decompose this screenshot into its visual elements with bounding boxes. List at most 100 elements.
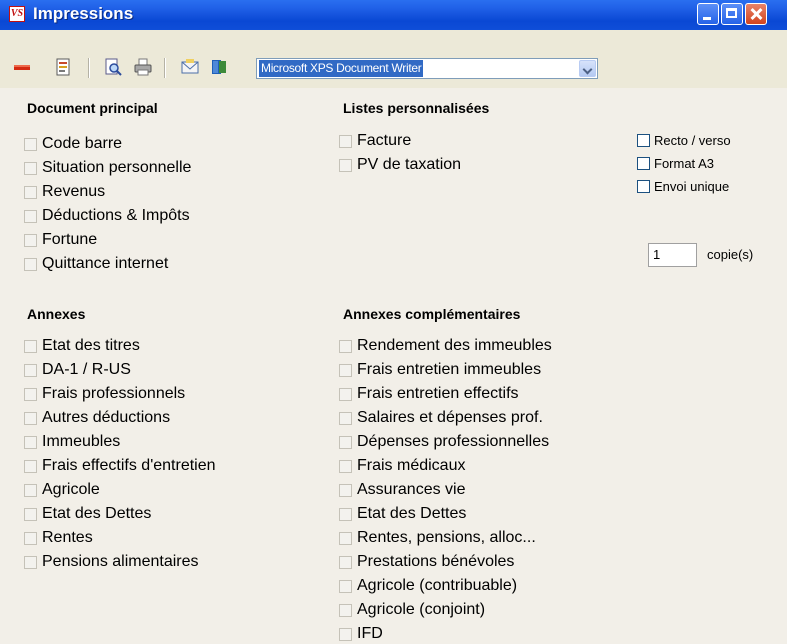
checkbox-etat-des-dettes-compl[interactable]: Etat des Dettes	[339, 502, 552, 526]
window-title: Impressions	[33, 4, 134, 23]
checkbox[interactable]	[24, 209, 37, 223]
checkbox[interactable]	[339, 339, 352, 353]
checkbox[interactable]	[24, 531, 37, 545]
checkbox[interactable]	[339, 483, 352, 497]
checkbox[interactable]	[24, 411, 37, 425]
checkbox[interactable]	[24, 459, 37, 473]
checkbox-label: Frais médicaux	[357, 457, 466, 474]
checkbox-label: Assurances vie	[357, 481, 466, 498]
checkbox[interactable]	[24, 137, 37, 151]
checkbox-deductions-impots[interactable]: Déductions & Impôts	[24, 204, 191, 228]
checkbox[interactable]	[637, 156, 650, 170]
option-format-a3[interactable]: Format A3	[637, 152, 714, 174]
checkbox-label: Revenus	[42, 183, 106, 200]
checkbox[interactable]	[24, 185, 37, 199]
checkbox[interactable]	[24, 387, 37, 401]
checkbox-etat-des-titres[interactable]: Etat des titres	[24, 334, 216, 358]
checkbox-frais-entretien-effectifs[interactable]: Frais entretien effectifs	[339, 382, 552, 406]
checkbox-label: Code barre	[42, 135, 123, 152]
option-label: Recto / verso	[654, 132, 731, 148]
title-bar[interactable]: VS Impressions	[0, 0, 787, 30]
checkbox-rentes-pensions-alloc[interactable]: Rentes, pensions, alloc...	[339, 526, 552, 550]
checkbox-fortune[interactable]: Fortune	[24, 228, 191, 252]
checkbox[interactable]	[339, 435, 352, 449]
checkbox-label: Prestations bénévoles	[357, 553, 515, 570]
checkbox-label: Dépenses professionnelles	[357, 433, 550, 450]
close-button[interactable]	[745, 3, 767, 25]
checkbox-assurances-vie[interactable]: Assurances vie	[339, 478, 552, 502]
checkbox-frais-medicaux[interactable]: Frais médicaux	[339, 454, 552, 478]
option-envoi-unique[interactable]: Envoi unique	[637, 175, 729, 197]
checkbox-code-barre[interactable]: Code barre	[24, 132, 191, 156]
minus-icon[interactable]	[13, 58, 31, 76]
checkbox[interactable]	[24, 507, 37, 521]
envelope-icon[interactable]	[181, 58, 199, 76]
checkbox[interactable]	[339, 363, 352, 377]
checkbox[interactable]	[339, 411, 352, 425]
checkbox-label: Fortune	[42, 231, 98, 248]
checkbox[interactable]	[24, 257, 37, 271]
checkbox-da1-rus[interactable]: DA-1 / R-US	[24, 358, 216, 382]
checkbox[interactable]	[339, 555, 352, 569]
checkbox-agricole-contribuable[interactable]: Agricole (contribuable)	[339, 574, 552, 598]
checkbox-pensions-alimentaires[interactable]: Pensions alimentaires	[24, 550, 216, 574]
option-recto-verso[interactable]: Recto / verso	[637, 129, 731, 151]
checkbox[interactable]	[339, 387, 352, 401]
checkbox[interactable]	[637, 179, 650, 193]
checkbox[interactable]	[339, 603, 352, 617]
checkbox-frais-effectifs-entretien[interactable]: Frais effectifs d'entretien	[24, 454, 216, 478]
checkbox-rentes[interactable]: Rentes	[24, 526, 216, 550]
checkbox[interactable]	[24, 233, 37, 247]
checkbox-label: Etat des Dettes	[357, 505, 467, 522]
checkbox-frais-professionnels[interactable]: Frais professionnels	[24, 382, 216, 406]
checkbox-agricole-conjoint[interactable]: Agricole (conjoint)	[339, 598, 552, 622]
printer-icon[interactable]	[134, 58, 152, 76]
checkbox[interactable]	[24, 363, 37, 377]
document-icon[interactable]	[54, 58, 72, 76]
checkbox-revenus[interactable]: Revenus	[24, 180, 191, 204]
checkbox[interactable]	[339, 531, 352, 545]
checkbox[interactable]	[24, 339, 37, 353]
checkbox[interactable]	[339, 627, 352, 641]
checkbox-situation-personnelle[interactable]: Situation personnelle	[24, 156, 191, 180]
checkbox-etat-des-dettes[interactable]: Etat des Dettes	[24, 502, 216, 526]
checkbox-label: DA-1 / R-US	[42, 361, 131, 378]
checkbox[interactable]	[339, 158, 352, 172]
checkbox[interactable]	[339, 579, 352, 593]
listes-personnalisees-list: Facture PV de taxation	[339, 129, 461, 177]
checkbox[interactable]	[637, 133, 650, 147]
checkbox[interactable]	[339, 507, 352, 521]
checkbox-label: Déductions & Impôts	[42, 207, 190, 224]
checkbox[interactable]	[24, 435, 37, 449]
checkbox-prestations-benevoles[interactable]: Prestations bénévoles	[339, 550, 552, 574]
print-preview-icon[interactable]	[104, 58, 122, 76]
checkbox-ifd[interactable]: IFD	[339, 622, 552, 644]
checkbox-depenses-professionnelles[interactable]: Dépenses professionnelles	[339, 430, 552, 454]
checkbox[interactable]	[339, 459, 352, 473]
checkbox[interactable]	[24, 161, 37, 175]
checkbox-rendement-immeubles[interactable]: Rendement des immeubles	[339, 334, 552, 358]
checkbox-agricole[interactable]: Agricole	[24, 478, 216, 502]
checkbox-autres-deductions[interactable]: Autres déductions	[24, 406, 216, 430]
checkbox-label: IFD	[357, 625, 383, 642]
checkbox-frais-entretien-immeubles[interactable]: Frais entretien immeubles	[339, 358, 552, 382]
copies-input[interactable]: 1	[648, 243, 697, 267]
checkbox-quittance-internet[interactable]: Quittance internet	[24, 252, 191, 276]
checkbox[interactable]	[24, 483, 37, 497]
checkbox[interactable]	[339, 134, 352, 148]
checkbox-pv-de-taxation[interactable]: PV de taxation	[339, 153, 461, 177]
minimize-button[interactable]	[697, 3, 719, 25]
printer-select[interactable]: Microsoft XPS Document Writer	[256, 58, 598, 79]
document-principal-list: Code barre Situation personnelle Revenus…	[24, 132, 191, 276]
chevron-down-icon[interactable]	[579, 60, 596, 77]
checkbox-salaires-depenses-prof[interactable]: Salaires et dépenses prof.	[339, 406, 552, 430]
checkbox-immeubles[interactable]: Immeubles	[24, 430, 216, 454]
checkbox[interactable]	[24, 555, 37, 569]
toolbar-separator	[164, 58, 166, 78]
exit-icon[interactable]	[210, 58, 228, 76]
maximize-button[interactable]	[721, 3, 743, 25]
section-title-document-principal: Document principal	[27, 100, 158, 116]
checkbox-facture[interactable]: Facture	[339, 129, 461, 153]
section-title-annexes-complementaires: Annexes complémentaires	[343, 306, 521, 322]
checkbox-label: Salaires et dépenses prof.	[357, 409, 543, 426]
